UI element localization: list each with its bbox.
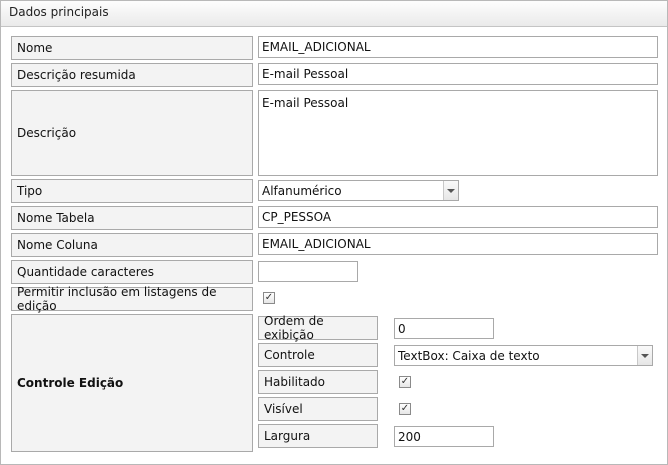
largura-label: Largura [258,424,378,448]
tipo-label: Tipo [11,179,253,203]
nome-coluna-label: Nome Coluna [11,233,253,257]
controle-edicao-label: Controle Edição [11,314,253,452]
tipo-select[interactable]: Alfanumérico [258,180,459,201]
panel-header: Dados principais [1,1,667,27]
nome-input[interactable]: EMAIL_ADICIONAL [258,36,658,58]
nome-tabela-input[interactable]: CP_PESSOA [258,206,658,228]
descricao-resumida-label: Descrição resumida [11,63,253,87]
visivel-label: Visível [258,397,378,421]
controle-select-value: TextBox: Caixa de texto [398,348,540,363]
check-icon: ✓ [400,403,410,414]
habilitado-label: Habilitado [258,370,378,394]
chevron-down-icon [447,188,455,193]
permitir-inclusao-label: Permitir inclusão em listagens de edição [11,285,253,313]
descricao-textarea[interactable]: E-mail Pessoal [258,90,658,176]
quantidade-caracteres-label: Quantidade caracteres [11,260,253,284]
tipo-dropdown-button[interactable] [443,181,458,200]
controle-dropdown-button[interactable] [637,346,652,365]
permitir-inclusao-checkbox[interactable]: ✓ [263,292,275,304]
panel-title: Dados principais [9,5,109,19]
ordem-exibicao-label: Ordem de exibição [258,314,378,342]
quantidade-caracteres-input[interactable] [258,261,358,282]
descricao-label: Descrição [11,90,253,176]
nome-label: Nome [11,36,253,60]
descricao-resumida-input[interactable]: E-mail Pessoal [258,63,658,85]
check-icon: ✓ [400,376,410,387]
tipo-select-value: Alfanumérico [262,183,342,198]
nome-coluna-input[interactable]: EMAIL_ADICIONAL [258,233,658,255]
nome-tabela-label: Nome Tabela [11,206,253,230]
check-icon: ✓ [264,292,274,303]
largura-input[interactable]: 200 [394,426,494,447]
ordem-exibicao-input[interactable]: 0 [394,318,494,339]
controle-select[interactable]: TextBox: Caixa de texto [394,345,653,366]
habilitado-checkbox[interactable]: ✓ [399,376,411,388]
controle-label: Controle [258,343,378,367]
visivel-checkbox[interactable]: ✓ [399,403,411,415]
chevron-down-icon [641,353,649,358]
